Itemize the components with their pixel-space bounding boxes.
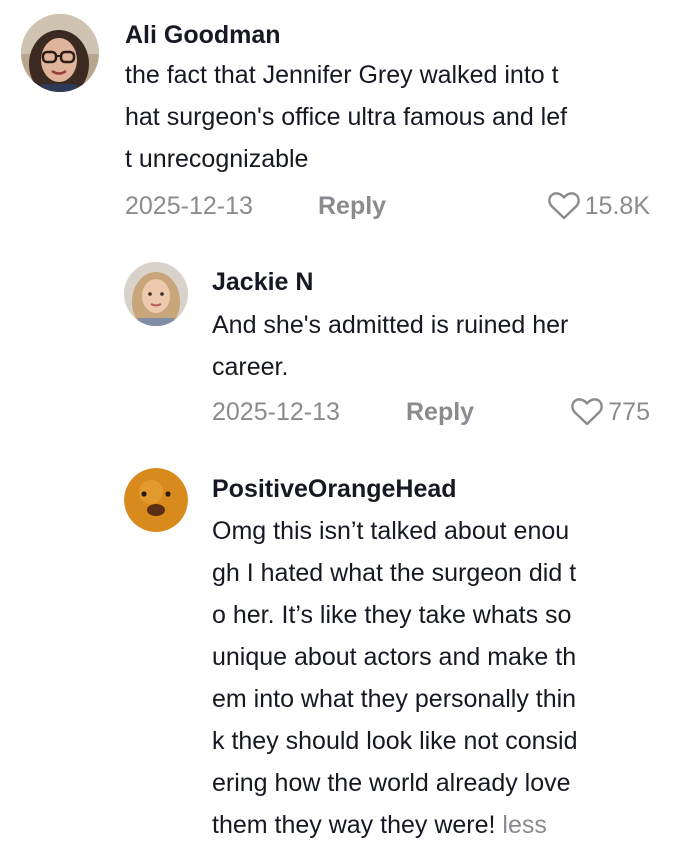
heart-outline-icon <box>547 191 581 221</box>
reply-comment: PositiveOrangeHead Omg this isn’t talked… <box>0 460 688 842</box>
like-button[interactable]: 15.8K <box>547 191 650 221</box>
comment-text-line: em into what they personally thin <box>212 685 577 713</box>
comment-text-line: unique about actors and make th <box>212 643 577 671</box>
comment-text-line: hat surgeon's office ultra famous and le… <box>125 103 568 131</box>
comment-text: And she's admitted is ruined her career. <box>212 304 568 388</box>
comment-text-line: ering how the world already love <box>212 769 571 797</box>
comment-meta: 2025-12-13 Reply 775 <box>212 397 650 427</box>
comment-text-line: k they should look like not consid <box>212 727 578 755</box>
heart-outline-icon <box>570 397 604 427</box>
reply-button[interactable]: Reply <box>318 191 386 221</box>
comment-text-line: career. <box>212 353 289 381</box>
show-less-link[interactable]: less <box>502 811 546 839</box>
comment-text-line: gh I hated what the surgeon did t <box>212 559 577 587</box>
comment-text: the fact that Jennifer Grey walked into … <box>125 54 567 180</box>
avatar[interactable] <box>124 468 188 532</box>
comment-text-line: the fact that Jennifer Grey walked into … <box>125 61 559 89</box>
comment-author[interactable]: Jackie N <box>212 267 313 297</box>
comment-author[interactable]: PositiveOrangeHead <box>212 474 457 504</box>
comment-author[interactable]: Ali Goodman <box>125 20 281 50</box>
comment-meta: 2025-12-13 Reply 15.8K <box>125 191 650 221</box>
like-count: 775 <box>608 398 650 426</box>
comment-date: 2025-12-13 <box>212 398 340 426</box>
comment: Ali Goodman the fact that Jennifer Grey … <box>0 0 688 240</box>
like-count: 15.8K <box>584 192 650 220</box>
comment-text-line: t unrecognizable <box>125 145 309 173</box>
avatar[interactable] <box>21 14 99 92</box>
comment-text: Omg this isn’t talked about enou gh I ha… <box>212 510 578 846</box>
comment-text-line: o her. It’s like they take whats so <box>212 601 572 629</box>
reply-comment: Jackie N And she's admitted is ruined he… <box>0 245 688 445</box>
comment-text-line: And she's admitted is ruined her <box>212 311 569 339</box>
comment-date: 2025-12-13 <box>125 192 253 220</box>
like-button[interactable]: 775 <box>570 397 650 427</box>
comment-text-fragment: them they way they were! <box>212 811 496 839</box>
comment-text-line: Omg this isn’t talked about enou <box>212 517 570 545</box>
comment-text-line: them they way they were! less <box>212 804 578 846</box>
reply-button[interactable]: Reply <box>406 397 474 427</box>
avatar[interactable] <box>124 262 188 326</box>
